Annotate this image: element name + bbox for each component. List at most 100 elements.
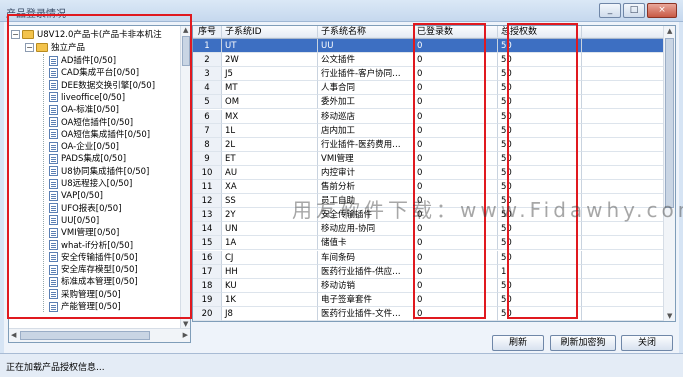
scroll-down-icon[interactable]: ▼ — [667, 312, 672, 320]
close-button[interactable]: 关闭 — [621, 335, 673, 351]
scroll-up-icon[interactable]: ▲ — [667, 27, 672, 35]
table-cell: 车间条码 — [318, 250, 414, 265]
table-cell: 17 — [193, 264, 222, 279]
table-cell: 公文插件 — [318, 53, 414, 68]
table-cell: 2W — [222, 53, 318, 68]
table-cell: 售前分析 — [318, 180, 414, 195]
table-cell: 16 — [193, 250, 222, 265]
table-cell: 12 — [193, 194, 222, 209]
table-cell: 1K — [222, 292, 318, 307]
table-cell: UU — [318, 39, 414, 54]
table-cell: 1L — [222, 123, 318, 138]
table-cell: OM — [222, 95, 318, 110]
table-cell — [582, 81, 675, 96]
table-cell: 医药行业插件-文件… — [318, 306, 414, 321]
status-bar: 正在加载产品授权信息... — [0, 353, 683, 377]
close-window-button[interactable]: × — [647, 3, 677, 18]
table-cell: VMI管理 — [318, 151, 414, 166]
table-cell: 10 — [193, 165, 222, 180]
status-text: 正在加载产品授权信息... — [6, 363, 105, 373]
table-cell: 14 — [193, 222, 222, 237]
table-cell: 移动访销 — [318, 278, 414, 293]
table-cell: 11 — [193, 180, 222, 195]
table-cell: ET — [222, 151, 318, 166]
table-cell: 2L — [222, 137, 318, 152]
highlight-box-licensed — [507, 23, 578, 319]
table-cell — [582, 138, 675, 152]
table-cell: 7 — [193, 123, 222, 138]
table-cell: J8 — [222, 306, 318, 321]
tree-horizontal-scrollbar[interactable]: ◀ ▶ — [9, 328, 190, 342]
table-cell — [582, 39, 675, 54]
grid-vertical-scrollbar[interactable]: ▲ ▼ — [663, 26, 675, 321]
column-header[interactable]: 子系统ID — [222, 26, 318, 38]
table-cell: 5 — [193, 95, 222, 110]
scroll-down-icon[interactable]: ▼ — [183, 320, 188, 328]
table-cell: 委外加工 — [318, 95, 414, 110]
table-cell: 6 — [193, 109, 222, 124]
table-cell — [582, 180, 675, 195]
table-cell — [582, 251, 675, 265]
tree-hscroll-thumb[interactable] — [20, 331, 150, 340]
table-cell: 19 — [193, 292, 222, 307]
table-cell — [582, 293, 675, 307]
table-cell: MX — [222, 109, 318, 124]
table-cell — [582, 95, 675, 110]
table-cell: 3 — [193, 67, 222, 82]
refresh-lock-button[interactable]: 刷新加密狗 — [550, 335, 616, 351]
minimize-button[interactable]: _ — [599, 3, 621, 18]
table-cell — [582, 236, 675, 251]
table-cell: 4 — [193, 81, 222, 96]
table-cell: 行业插件-客户协同… — [318, 67, 414, 82]
table-cell — [582, 67, 675, 82]
grid-scroll-thumb[interactable] — [665, 38, 674, 208]
table-cell: 9 — [193, 151, 222, 166]
table-cell: KU — [222, 278, 318, 293]
table-cell: J5 — [222, 67, 318, 82]
table-cell: 行业插件-医药费用… — [318, 137, 414, 152]
table-cell: 医药行业插件-供应… — [318, 264, 414, 279]
table-cell — [582, 110, 675, 124]
refresh-button[interactable]: 刷新 — [492, 335, 544, 351]
table-cell: 电子签章套件 — [318, 292, 414, 307]
table-cell: XA — [222, 180, 318, 195]
table-cell — [582, 53, 675, 68]
table-cell: 储值卡 — [318, 236, 414, 251]
table-cell — [582, 265, 675, 279]
table-cell: UT — [222, 39, 318, 54]
watermark: 用友软件下载：www.Fidawhy.com — [292, 198, 683, 222]
table-cell: 店内加工 — [318, 123, 414, 138]
table-cell: 1 — [193, 39, 222, 54]
table-cell — [582, 124, 675, 138]
scroll-right-icon[interactable]: ▶ — [183, 331, 188, 339]
table-cell: 人事合同 — [318, 81, 414, 96]
restore-button[interactable]: □ — [623, 3, 645, 18]
scroll-left-icon[interactable]: ◀ — [11, 331, 16, 339]
dialog-client: − U8V12.0产品卡(产品卡非本机注 − 独立产品 AD插件[0/50] CAD集… — [4, 14, 683, 353]
table-cell: MT — [222, 81, 318, 96]
table-cell — [582, 307, 675, 321]
highlight-box-logged-in — [413, 23, 486, 319]
table-cell: 内控审计 — [318, 165, 414, 180]
table-cell: CJ — [222, 250, 318, 265]
table-cell: HH — [222, 264, 318, 279]
highlight-box-tree — [7, 14, 192, 319]
column-header[interactable]: 序号 — [193, 26, 222, 38]
table-cell — [582, 279, 675, 293]
column-header[interactable]: 子系统名称 — [318, 26, 414, 38]
table-cell: 2 — [193, 53, 222, 68]
table-cell: UN — [222, 222, 318, 237]
table-cell — [582, 166, 675, 180]
table-cell: 移动巡店 — [318, 109, 414, 124]
table-cell — [582, 152, 675, 166]
table-cell — [582, 222, 675, 237]
table-cell: 1A — [222, 236, 318, 251]
table-cell: 15 — [193, 236, 222, 251]
table-cell: 18 — [193, 278, 222, 293]
column-header — [582, 26, 675, 38]
table-cell: 移动应用-协同 — [318, 222, 414, 237]
table-cell: 13 — [193, 208, 222, 223]
table-cell: 20 — [193, 306, 222, 321]
table-cell: 8 — [193, 137, 222, 152]
table-cell: AU — [222, 165, 318, 180]
